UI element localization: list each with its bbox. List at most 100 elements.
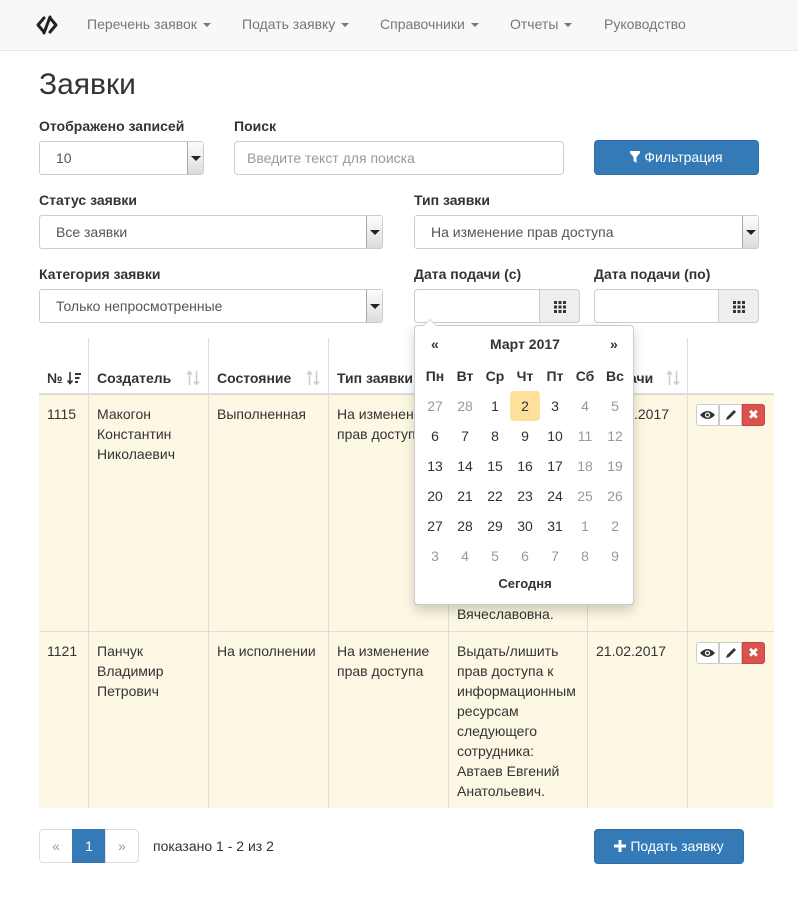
weekday-header: Вт [456, 368, 474, 384]
calendar-day[interactable]: 12 [600, 421, 630, 451]
calendar-day[interactable]: 19 [600, 451, 630, 481]
cell-id: 1115 [47, 406, 77, 422]
col-header-creator[interactable]: Создатель [97, 368, 171, 388]
calendar-day[interactable]: 29 [480, 511, 510, 541]
calendar-day[interactable]: 14 [450, 451, 480, 481]
calendar-day[interactable]: 26 [600, 481, 630, 511]
creator-line: Макогон [97, 406, 151, 422]
calendar-day[interactable]: 13 [420, 451, 450, 481]
calendar-day[interactable]: 28 [450, 511, 480, 541]
calendar-day[interactable]: 6 [510, 541, 540, 571]
date-from-input[interactable] [414, 289, 540, 323]
nav-reports[interactable]: Отчеты [510, 16, 573, 32]
delete-button[interactable]: ✖ [742, 642, 765, 664]
calendar-day[interactable]: 4 [450, 541, 480, 571]
datepicker-month-title[interactable]: Март 2017 [415, 336, 635, 352]
plus-icon [614, 840, 627, 852]
pagination-next[interactable]: » [105, 829, 139, 863]
calendar-day[interactable]: 28 [450, 391, 480, 421]
search-placeholder: Введите текст для поиска [247, 150, 415, 166]
search-input[interactable]: Введите текст для поиска [234, 141, 564, 175]
cell-state: Выполненная [217, 406, 306, 422]
nav-manual[interactable]: Руководство [604, 16, 686, 32]
weekday-header: Пн [425, 368, 445, 384]
column-divider [687, 338, 688, 808]
nav-directories[interactable]: Справочники [380, 16, 479, 32]
calendar-day[interactable]: 5 [480, 541, 510, 571]
weekday-header: Пт [546, 368, 564, 384]
description-line: Автаев Евгений [457, 763, 560, 779]
date-to-calendar-button[interactable] [719, 289, 759, 323]
col-header-state[interactable]: Состояние [217, 368, 291, 388]
type-select[interactable]: На изменение прав доступа [414, 215, 759, 249]
calendar-day[interactable]: 9 [510, 421, 540, 451]
calendar-day[interactable]: 3 [420, 541, 450, 571]
calendar-day[interactable]: 18 [570, 451, 600, 481]
datepicker-today-button[interactable]: Сегодня [415, 576, 635, 591]
page-size-select[interactable]: 10 [39, 141, 204, 175]
status-select[interactable]: Все заявки [39, 215, 383, 249]
calendar-day[interactable]: 30 [510, 511, 540, 541]
view-button[interactable] [696, 404, 719, 426]
edit-button[interactable] [719, 404, 742, 426]
calendar-day[interactable]: 8 [480, 421, 510, 451]
edit-button[interactable] [719, 642, 742, 664]
calendar-day[interactable]: 15 [480, 451, 510, 481]
calendar-day[interactable]: 2 [600, 511, 630, 541]
cell-date-tail: .2017 [634, 406, 670, 422]
filter-button[interactable]: Фильтрация [594, 140, 759, 175]
pagination-page-1[interactable]: 1 [72, 829, 106, 863]
calendar-day[interactable]: 27 [420, 391, 450, 421]
calendar-day[interactable]: 21 [450, 481, 480, 511]
cell-description-tail: Вячеславовна. [457, 606, 554, 622]
calendar-day[interactable]: 5 [600, 391, 630, 421]
calendar-day[interactable]: 16 [510, 451, 540, 481]
chevron-down-icon[interactable] [187, 142, 203, 174]
creator-line: Константин [97, 426, 172, 442]
calendar-day[interactable]: 2 [510, 391, 540, 421]
cell-creator: Панчук Владимир Петрович [97, 641, 164, 701]
chevron-down-icon[interactable] [366, 290, 382, 322]
calendar-day[interactable]: 11 [570, 421, 600, 451]
calendar-day[interactable]: 6 [420, 421, 450, 451]
calendar-day[interactable]: 7 [450, 421, 480, 451]
chevron-down-icon[interactable] [742, 216, 758, 248]
creator-line: Панчук [97, 643, 143, 659]
creator-line: Владимир [97, 663, 164, 679]
chevron-down-icon[interactable] [366, 216, 382, 248]
calendar-day[interactable]: 23 [510, 481, 540, 511]
calendar-day[interactable]: 10 [540, 421, 570, 451]
calendar-day[interactable]: 27 [420, 511, 450, 541]
nav-label: Справочники [380, 16, 465, 32]
calendar-day[interactable]: 1 [570, 511, 600, 541]
calendar-day[interactable]: 17 [540, 451, 570, 481]
calendar-day[interactable]: 24 [540, 481, 570, 511]
category-select[interactable]: Только непросмотренные [39, 289, 383, 323]
calendar-day[interactable]: 7 [540, 541, 570, 571]
calendar-day[interactable]: 1 [480, 391, 510, 421]
calendar-day[interactable]: 9 [600, 541, 630, 571]
type-line: На изменен [337, 406, 414, 422]
calendar-day[interactable]: 20 [420, 481, 450, 511]
add-request-button[interactable]: Подать заявку [594, 829, 744, 864]
calendar-day[interactable]: 25 [570, 481, 600, 511]
pagination-prev[interactable]: « [39, 829, 73, 863]
calendar-day[interactable]: 31 [540, 511, 570, 541]
nav-requests-list[interactable]: Перечень заявок [87, 16, 211, 32]
description-line: ресурсам [457, 703, 519, 719]
datepicker-popup: « Март 2017 » Пн Вт Ср Чт Пт Сб Вс 27 28 1 2 3 4 5 6 7 8… [414, 319, 635, 605]
nav-submit-request[interactable]: Подать заявку [242, 16, 350, 32]
date-from-calendar-button[interactable] [540, 289, 580, 323]
col-header-type[interactable]: Тип заявки [337, 368, 413, 388]
col-header-number[interactable]: № [47, 368, 81, 388]
delete-button[interactable]: ✖ [742, 404, 765, 426]
date-from-label: Дата подачи (с) [414, 266, 522, 282]
view-button[interactable] [696, 642, 719, 664]
calendar-day[interactable]: 22 [480, 481, 510, 511]
calendar-day[interactable]: 3 [540, 391, 570, 421]
datepicker-next-button[interactable]: » [610, 336, 618, 352]
calendar-day[interactable]: 8 [570, 541, 600, 571]
date-to-input[interactable] [594, 289, 719, 323]
code-slash-icon[interactable] [36, 14, 58, 36]
calendar-day[interactable]: 4 [570, 391, 600, 421]
